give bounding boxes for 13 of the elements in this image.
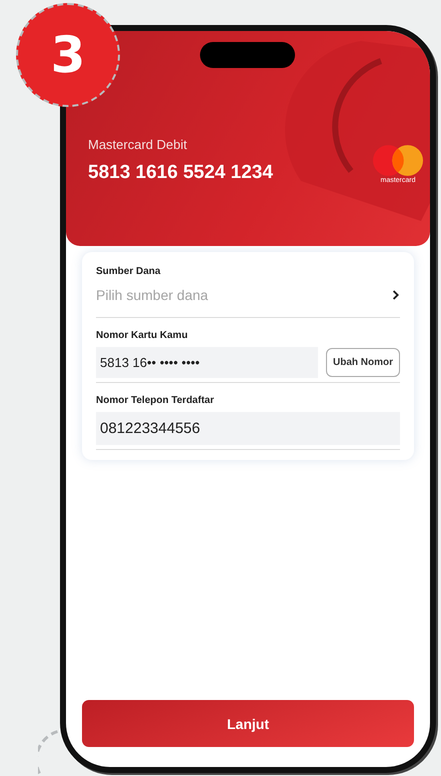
chevron-right-icon [392, 289, 400, 301]
field-label: Nomor Telepon Terdaftar [96, 395, 215, 406]
step-badge: 3 [16, 3, 120, 107]
card-number: 5813 1616 5524 1234 [88, 162, 273, 184]
change-number-button[interactable]: Ubah Nomor [326, 348, 400, 377]
input-field[interactable]: 081223344556 [96, 412, 400, 445]
input-field[interactable]: 5813 16•• •••• •••• [96, 347, 318, 378]
dashed-arc-drawing [38, 730, 59, 775]
card-type: Mastercard Debit [88, 137, 188, 152]
field-label: Sumber Dana [96, 266, 162, 277]
field-label: Nomor Kartu Kamu [96, 330, 189, 341]
card-brand-logo-icon [372, 144, 424, 177]
continue-button[interactable]: Lanjut [82, 700, 414, 747]
